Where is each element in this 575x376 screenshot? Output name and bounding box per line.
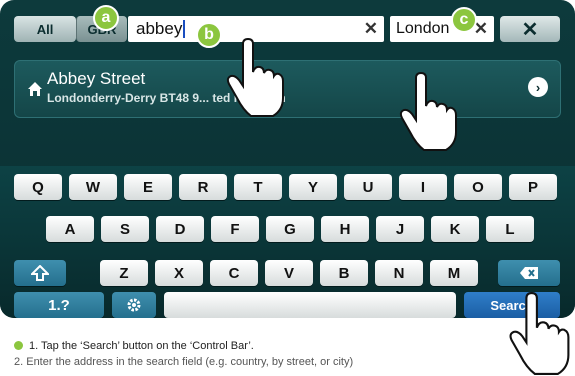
key-w[interactable]: W [69,174,117,200]
space-key[interactable] [164,292,456,318]
shift-key[interactable] [14,260,66,286]
key-j[interactable]: J [376,216,424,242]
key-p[interactable]: P [509,174,557,200]
tap-hand-icon [399,72,457,151]
all-button[interactable]: All [14,16,76,42]
key-y[interactable]: Y [289,174,337,200]
backspace-icon [520,267,538,279]
key-k[interactable]: K [431,216,479,242]
key-e[interactable]: E [124,174,172,200]
key-a[interactable]: A [46,216,94,242]
key-f[interactable]: F [211,216,259,242]
key-i[interactable]: I [399,174,447,200]
home-icon [27,81,43,102]
key-m[interactable]: M [430,260,478,286]
key-c[interactable]: C [210,260,258,286]
callout-badge-c: c [451,7,477,33]
bullet-icon [14,341,23,350]
key-o[interactable]: O [454,174,502,200]
key-h[interactable]: H [321,216,369,242]
close-button[interactable]: ✕ [500,16,560,42]
key-l[interactable]: L [486,216,534,242]
clear-search-icon[interactable]: ✕ [364,19,378,39]
backspace-key[interactable] [498,260,560,286]
key-s[interactable]: S [101,216,149,242]
device-screen: All GB R abbey ✕ London ✕ ✕ Abbey Street … [0,0,575,318]
callout-badge-b: b [196,22,222,48]
tap-hand-icon [226,38,284,117]
text-caret [183,20,186,38]
key-b[interactable]: B [320,260,368,286]
shift-icon [31,265,49,281]
key-u[interactable]: U [344,174,392,200]
tap-hand-icon [509,292,570,375]
key-z[interactable]: Z [100,260,148,286]
key-t[interactable]: T [234,174,282,200]
search-bar: All GBR abbey ✕ London ✕ ✕ [8,6,567,46]
city-input[interactable]: London ✕ [390,16,494,42]
search-input-value: abbey [136,19,183,38]
keyboard: QWERTYUIOP ASDFGHJKL ZXCVBNM 1.? Search [0,166,575,318]
gear-icon [127,298,141,312]
key-r[interactable]: R [179,174,227,200]
chevron-right-icon[interactable]: › [528,77,548,97]
settings-key[interactable] [112,292,156,318]
result-item[interactable]: Abbey Street Londonderry-Derry BT48 9...… [14,60,561,118]
city-input-value: London [396,20,450,37]
key-x[interactable]: X [155,260,203,286]
key-v[interactable]: V [265,260,313,286]
key-n[interactable]: N [375,260,423,286]
instruction-line-1: 1. Tap the ‘Search’ button on the ‘Contr… [14,340,254,352]
key-g[interactable]: G [266,216,314,242]
instruction-line-2: 2. Enter the address in the search field… [14,356,354,368]
key-q[interactable]: Q [14,174,62,200]
numbers-key[interactable]: 1.? [14,292,104,318]
result-name: Abbey Street [47,69,146,88]
key-d[interactable]: D [156,216,204,242]
callout-badge-a: a [93,5,119,31]
